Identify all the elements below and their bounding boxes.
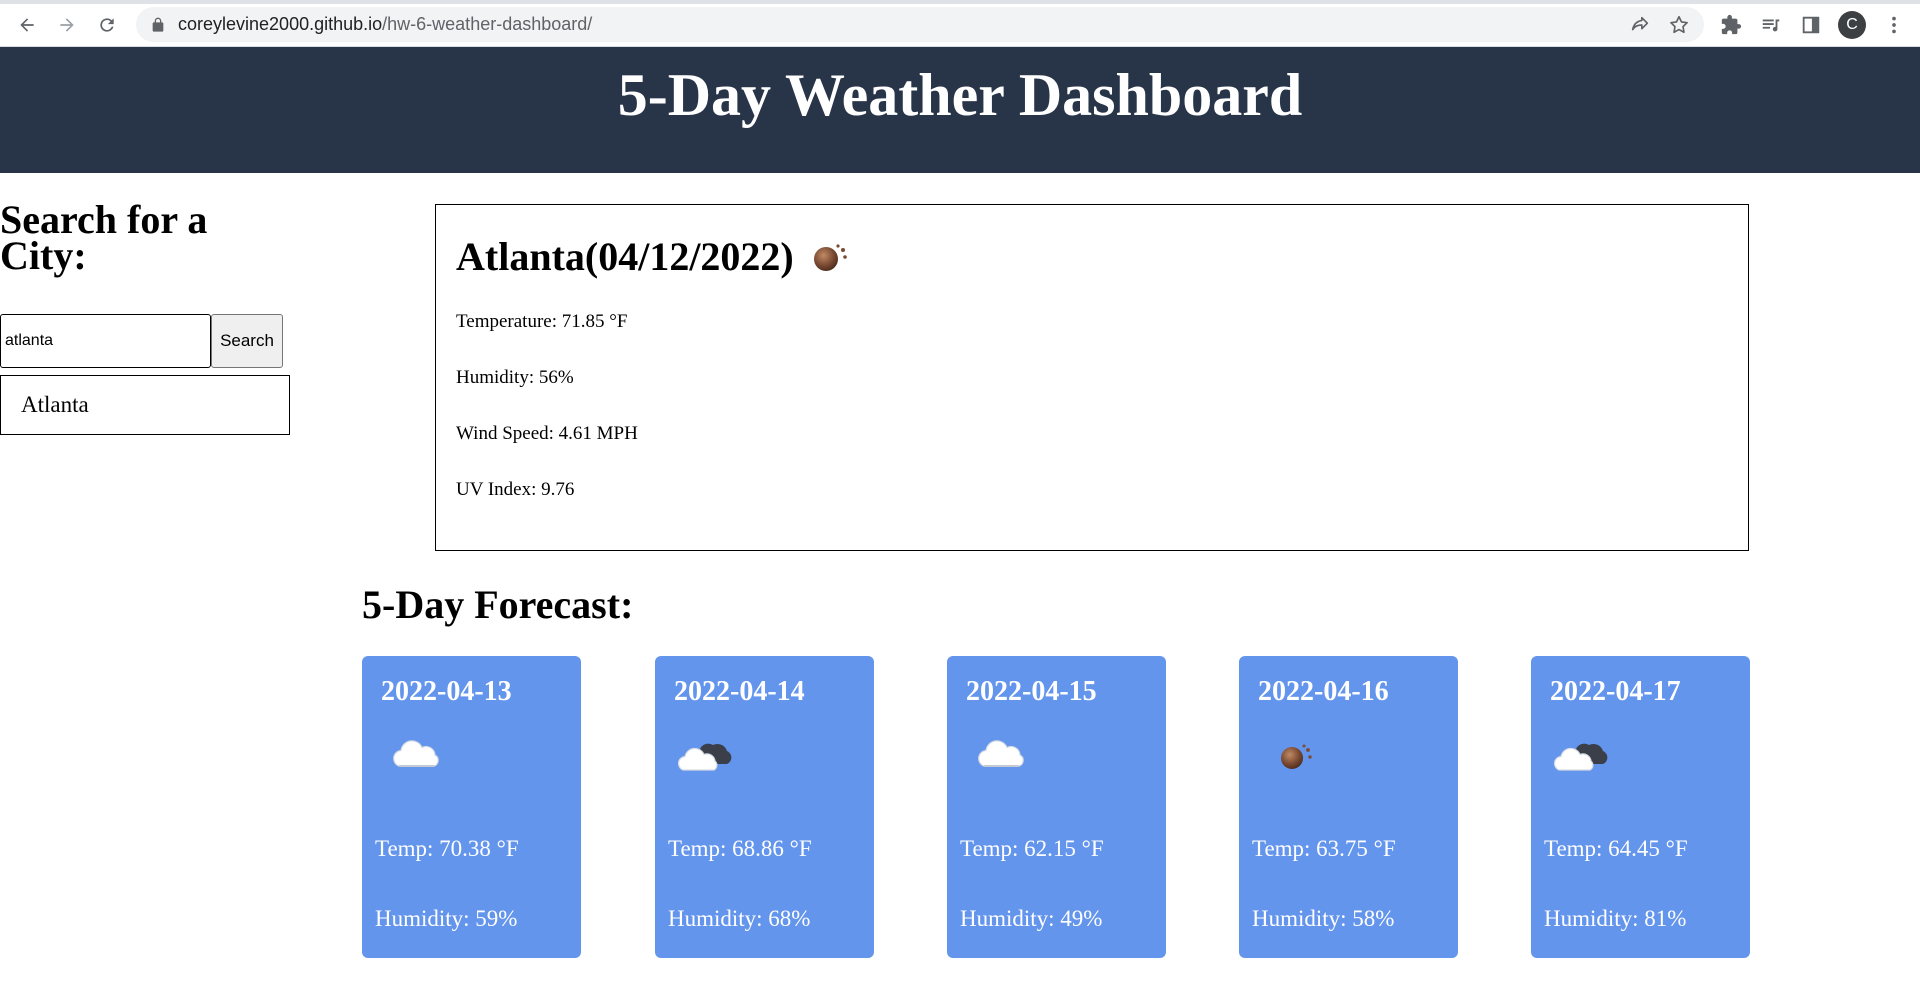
forecast-humidity: Humidity: 59% <box>375 906 518 931</box>
forecast-temp: Temp: 62.15 °F <box>960 836 1104 861</box>
current-weather-panel: Atlanta(04/12/2022) Temperature: 71.85 °… <box>435 204 1749 551</box>
forecast-humidity: Humidity: 49% <box>960 906 1103 931</box>
forecast-date: 2022-04-14 <box>674 676 805 707</box>
forecast-humidity: Humidity: 68% <box>668 906 811 931</box>
current-city-heading: Atlanta(04/12/2022) <box>456 234 794 279</box>
forecast-card: 2022-04-15 Temp: 62.15 °F Humidity: 49% <box>947 656 1166 958</box>
bookmark-star-icon[interactable] <box>1668 14 1690 36</box>
forecast-temp: Temp: 63.75 °F <box>1252 836 1396 861</box>
side-panel-icon[interactable] <box>1799 13 1823 37</box>
current-temperature: Temperature: 71.85 °F <box>456 311 628 332</box>
forecast-humidity: Humidity: 81% <box>1544 906 1687 931</box>
forecast-title: 5-Day Forecast: <box>362 582 634 627</box>
arrow-right-icon <box>60 18 74 32</box>
reload-button[interactable] <box>91 9 123 41</box>
search-title: Search for a City: <box>0 197 208 278</box>
address-bar[interactable]: coreylevine2000.github.io/hw-6-weather-d… <box>136 7 1704 42</box>
forward-button[interactable] <box>51 9 83 41</box>
extensions-puzzle-icon[interactable] <box>1719 13 1743 37</box>
share-icon[interactable] <box>1629 14 1651 36</box>
reading-list-icon[interactable] <box>1759 13 1783 37</box>
forecast-date: 2022-04-17 <box>1550 676 1681 707</box>
partly-cloudy-night-icon <box>677 743 732 771</box>
search-button[interactable]: Search <box>211 314 283 368</box>
reload-icon <box>100 18 114 32</box>
sun-dark-icon <box>814 244 847 271</box>
forecast-temp: Temp: 70.38 °F <box>375 836 519 861</box>
arrow-left-icon <box>20 18 34 32</box>
tab-strip <box>0 0 1920 4</box>
forecast-temp: Temp: 64.45 °F <box>1544 836 1688 861</box>
back-button[interactable] <box>11 9 43 41</box>
current-uv-index: UV Index: 9.76 <box>456 479 575 500</box>
lock-icon <box>150 17 166 33</box>
forecast-humidity: Humidity: 58% <box>1252 906 1395 931</box>
cloud-icon <box>978 740 1024 767</box>
forecast-date: 2022-04-15 <box>966 676 1097 707</box>
forecast-card: 2022-04-16 Temp: 63.75 °F Humidity: 58% <box>1239 656 1458 958</box>
url-path: /hw-6-weather-dashboard/ <box>382 14 593 34</box>
forecast-date: 2022-04-16 <box>1258 676 1389 707</box>
partly-cloudy-night-icon <box>1553 743 1608 771</box>
current-humidity: Humidity: 56% <box>456 367 574 388</box>
sun-dark-icon <box>1281 744 1312 769</box>
forecast-card: 2022-04-14 Temp: 68.86 °F Humidity: 68% <box>655 656 874 958</box>
url-text: coreylevine2000.github.io/hw-6-weather-d… <box>178 14 592 35</box>
page-header: 5-Day Weather Dashboard <box>0 47 1920 173</box>
forecast-temp: Temp: 68.86 °F <box>668 836 812 861</box>
current-wind-speed: Wind Speed: 4.61 MPH <box>456 423 638 444</box>
browser-toolbar: coreylevine2000.github.io/hw-6-weather-d… <box>0 0 1920 47</box>
city-search-input[interactable] <box>0 314 211 368</box>
forecast-date: 2022-04-13 <box>381 676 512 707</box>
forecast-card: 2022-04-17 Temp: 64.45 °F Humidity: 81% <box>1531 656 1750 958</box>
url-domain: coreylevine2000.github.io <box>178 14 383 34</box>
search-history-item[interactable]: Atlanta <box>0 375 290 435</box>
page-title: 5-Day Weather Dashboard <box>617 62 1303 128</box>
more-menu-icon[interactable] <box>1882 13 1906 37</box>
cloud-icon <box>393 740 439 767</box>
forecast-card: 2022-04-13 Temp: 70.38 °F Humidity: 59% <box>362 656 581 958</box>
profile-avatar[interactable]: C <box>1838 11 1866 39</box>
